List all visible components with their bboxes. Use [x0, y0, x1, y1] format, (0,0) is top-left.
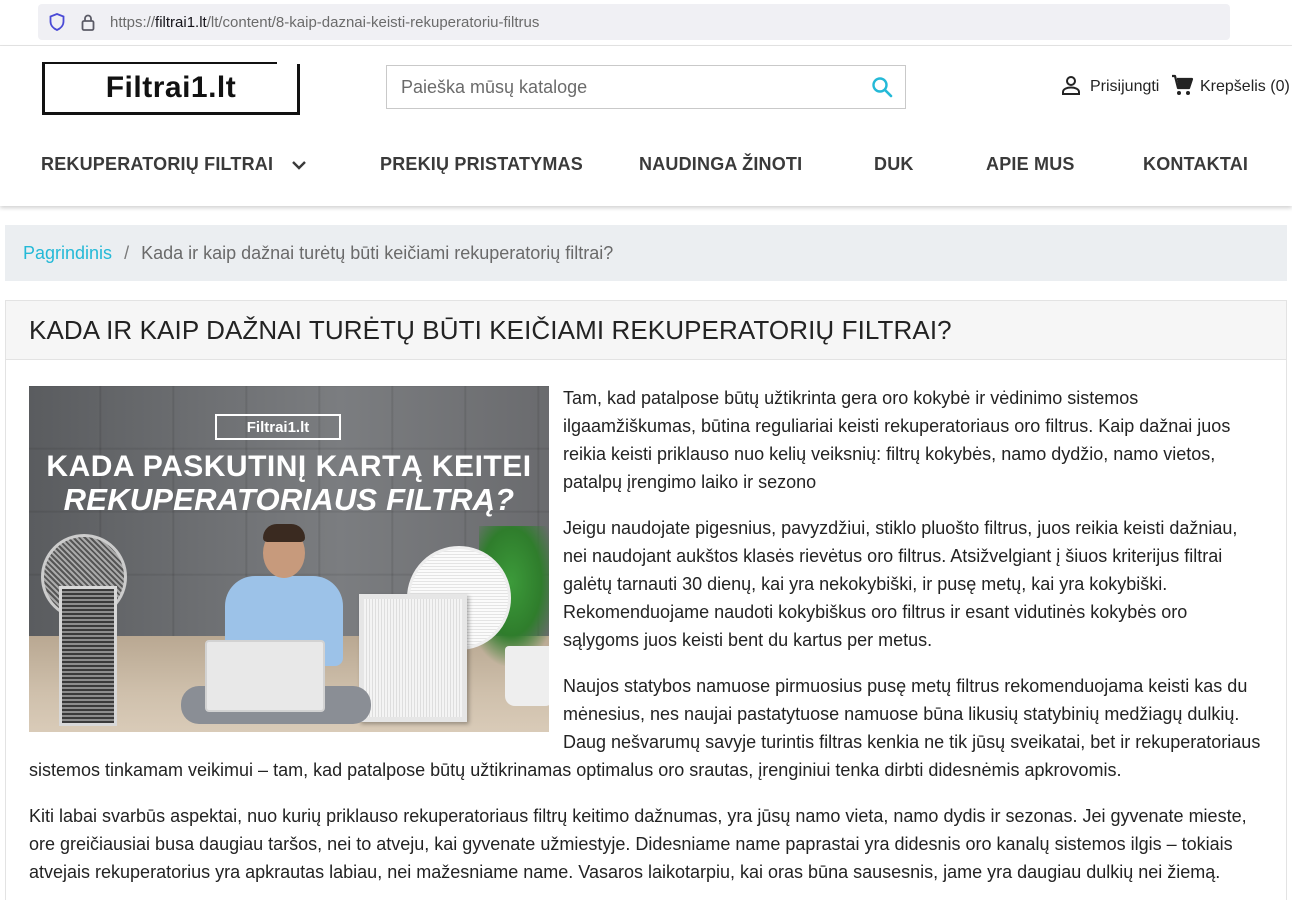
search-input[interactable] [387, 66, 859, 108]
search-icon[interactable] [859, 66, 905, 108]
sign-in-label: Prisijungti [1090, 78, 1160, 95]
nav-item-naudinga-zinoti[interactable]: NAUDINGA ŽINOTI [639, 154, 802, 175]
main-nav: REKUPERATORIŲ FILTRAI PREKIŲ PRISTATYMAS… [0, 146, 1292, 186]
lock-icon[interactable] [80, 13, 96, 31]
article-body: Filtrai1.lt KADA PASKUTINĮ KARTĄ KEITEI … [6, 360, 1286, 886]
image-headline-2: REKUPERATORIAUS FILTRĄ? [63, 482, 515, 517]
sign-in-link[interactable]: Prisijungti [1060, 74, 1159, 100]
chevron-down-icon[interactable] [291, 155, 307, 176]
nav-label: REKUPERATORIŲ FILTRAI [41, 154, 274, 174]
browser-url-bar: https://filtrai1.lt/lt/content/8-kaip-da… [0, 0, 1292, 46]
image-badge-text: Filtrai1.lt [246, 418, 310, 436]
breadcrumb-home-link[interactable]: Pagrindinis [23, 243, 112, 264]
image-badge: Filtrai1.lt [215, 414, 341, 440]
nav-item-rekuperatoriu-filtrai[interactable]: REKUPERATORIŲ FILTRAI [41, 154, 307, 176]
image-pot [505, 646, 549, 706]
shield-icon[interactable] [48, 13, 66, 31]
nav-item-kontaktai[interactable]: KONTAKTAI [1143, 154, 1248, 175]
address-field[interactable]: https://filtrai1.lt/lt/content/8-kaip-da… [38, 4, 1230, 40]
image-person-hair [263, 524, 305, 542]
article-image: Filtrai1.lt KADA PASKUTINĮ KARTĄ KEITEI … [29, 386, 549, 732]
nav-item-prekiu-pristatymas[interactable]: PREKIŲ PRISTATYMAS [380, 154, 583, 175]
site-logo[interactable]: Filtrai1.lt [42, 62, 303, 115]
breadcrumb-separator: / [124, 242, 130, 263]
breadcrumb-current: Kada ir kaip dažnai turėtų būti keičiami… [141, 242, 614, 263]
image-panel-filter-white [359, 594, 467, 722]
site-header: Filtrai1.lt Prisijungti Krepšelis (0) RE… [0, 46, 1292, 206]
search-box [386, 65, 906, 109]
cart-label: Krepšelis (0) [1200, 78, 1290, 95]
user-icon [1060, 74, 1082, 101]
cart-link[interactable]: Krepšelis (0) [1170, 74, 1290, 100]
breadcrumb: Pagrindinis / Kada ir kaip dažnai turėtų… [5, 225, 1287, 281]
article-header: KADA IR KAIP DAŽNAI TURĖTŲ BŪTI KEIČIAMI… [6, 301, 1286, 360]
cart-icon [1170, 73, 1194, 102]
page-title: KADA IR KAIP DAŽNAI TURĖTŲ BŪTI KEIČIAMI… [29, 314, 952, 345]
article-card: KADA IR KAIP DAŽNAI TURĖTŲ BŪTI KEIČIAMI… [5, 300, 1287, 900]
logo-notch [277, 62, 303, 64]
url-text[interactable]: https://filtrai1.lt/lt/content/8-kaip-da… [110, 14, 539, 31]
nav-item-duk[interactable]: DUK [874, 154, 914, 175]
image-headline-1: KADA PASKUTINĮ KARTĄ KEITEI [46, 450, 532, 483]
logo-text: Filtrai1.lt [105, 71, 237, 104]
nav-item-apie-mus[interactable]: APIE MUS [986, 154, 1075, 175]
image-panel-filter-dark [59, 586, 117, 726]
article-paragraph: Kiti labai svarbūs aspektai, nuo kurių p… [29, 806, 1247, 882]
image-laptop [205, 640, 325, 712]
